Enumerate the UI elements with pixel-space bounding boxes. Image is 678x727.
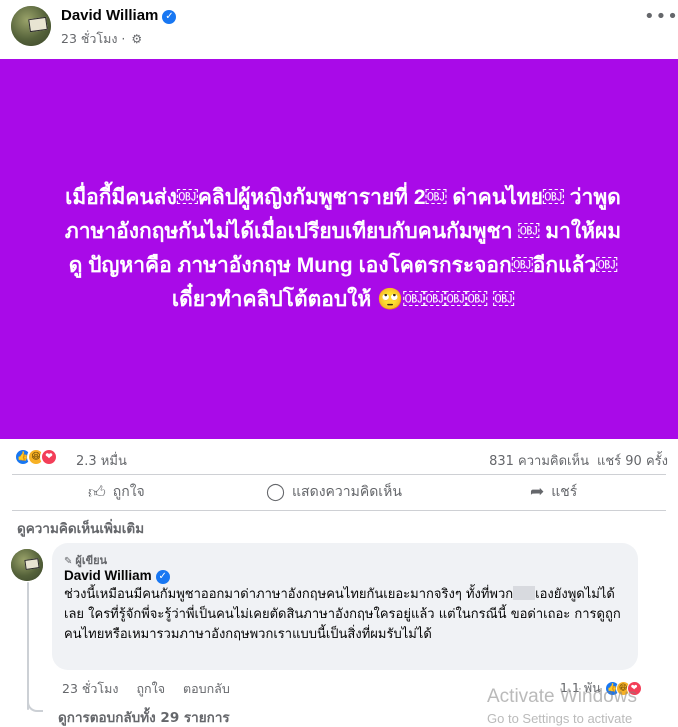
comment-button[interactable]: ◯ แสดงความคิดเห็น [266, 481, 402, 503]
post-header: David William ✓ 23 ชั่วโมง · ⚙ ••• [0, 0, 678, 56]
comment-label: แสดงความคิดเห็น [292, 484, 402, 500]
comment-actions: 23 ชั่วโมง ถูกใจ ตอบกลับ [62, 679, 248, 699]
reactions-summary: 👍 😆 ❤ 2.3 หมื่น 831 ความคิดเห็น แชร์ 90 ค… [0, 440, 678, 474]
author-avatar[interactable] [11, 6, 51, 46]
divider [12, 510, 666, 511]
author-name[interactable]: David William [61, 7, 158, 24]
comment-author-row[interactable]: David William ✓ [64, 568, 626, 584]
verified-badge-icon: ✓ [155, 570, 170, 584]
post-timestamp[interactable]: 23 ชั่วโมง [61, 31, 117, 46]
verified-badge-icon: ✓ [162, 10, 177, 24]
commenter-avatar[interactable] [11, 549, 43, 581]
censored-word [513, 586, 536, 600]
comment-like-button[interactable]: ถูกใจ [136, 681, 165, 696]
like-label: ถูกใจ [112, 484, 145, 500]
author-name-row[interactable]: David William ✓ [61, 7, 177, 24]
thumbs-up-icon: 👍︎ [88, 482, 106, 503]
comment-text: ช่วงนี้เหมือนมีคนกัมพูชาออกมาด่าภาษาอังก… [64, 585, 626, 645]
engagement-meta: 831 ความคิดเห็น แชร์ 90 ครั้ง [481, 450, 668, 471]
comment-author[interactable]: David William [64, 568, 152, 583]
comment-text-part1: ช่วงนี้เหมือนมีคนกัมพูชาออกมาด่าภาษาอังก… [64, 587, 514, 602]
action-bar: 👍︎ ถูกใจ ◯ แสดงความคิดเห็น ➦ แชร์ [0, 475, 678, 509]
comment-bubble: ✎ ผู้เขียน David William ✓ ช่วงนี้เหมือนมี… [52, 543, 638, 670]
like-button[interactable]: 👍︎ ถูกใจ [88, 481, 145, 503]
watermark-subtitle: Go to Settings to activate Windows. [487, 711, 633, 726]
more-icon[interactable]: ••• [644, 6, 678, 27]
reaction-count[interactable]: 2.3 หมื่น [76, 450, 127, 471]
gear-icon[interactable]: ⚙ [131, 32, 142, 46]
author-badge: ✎ ผู้เขียน [64, 551, 626, 567]
post-text-card: เมื่อกี้มีคนส่ง￼คลิปผู้หญิงกัมพูชารายที่… [0, 59, 678, 439]
pen-icon: ✎ [64, 556, 73, 567]
comment-timestamp[interactable]: 23 ชั่วโมง [62, 681, 118, 696]
windows-activation-watermark: Activate Windows Go to Settings to activ… [487, 686, 678, 727]
share-button[interactable]: ➦ แชร์ [530, 481, 577, 503]
share-arrow-icon: ➦ [530, 482, 545, 502]
share-count[interactable]: แชร์ 90 ครั้ง [597, 454, 668, 469]
post-meta: 23 ชั่วโมง · ⚙ [61, 31, 143, 46]
comment-count[interactable]: 831 ความคิดเห็น [489, 454, 589, 469]
reaction-icons[interactable]: 👍 😆 ❤ [14, 448, 70, 466]
comment-bubble-icon: ◯ [266, 482, 286, 502]
post-text: เมื่อกี้มีคนส่ง￼คลิปผู้หญิงกัมพูชารายที่… [64, 186, 622, 311]
view-more-comments-link[interactable]: ดูความคิดเห็นเพิ่มเติม [17, 517, 144, 539]
author-badge-label: ผู้เขียน [75, 554, 108, 567]
love-icon: ❤ [40, 448, 58, 466]
view-replies-link[interactable]: ดูการตอบกลับทั้ง 29 รายการ [58, 706, 230, 727]
share-label: แชร์ [551, 484, 578, 500]
comment-reply-button[interactable]: ตอบกลับ [183, 681, 230, 696]
thread-connector [27, 690, 43, 712]
watermark-title: Activate Windows [487, 686, 637, 707]
